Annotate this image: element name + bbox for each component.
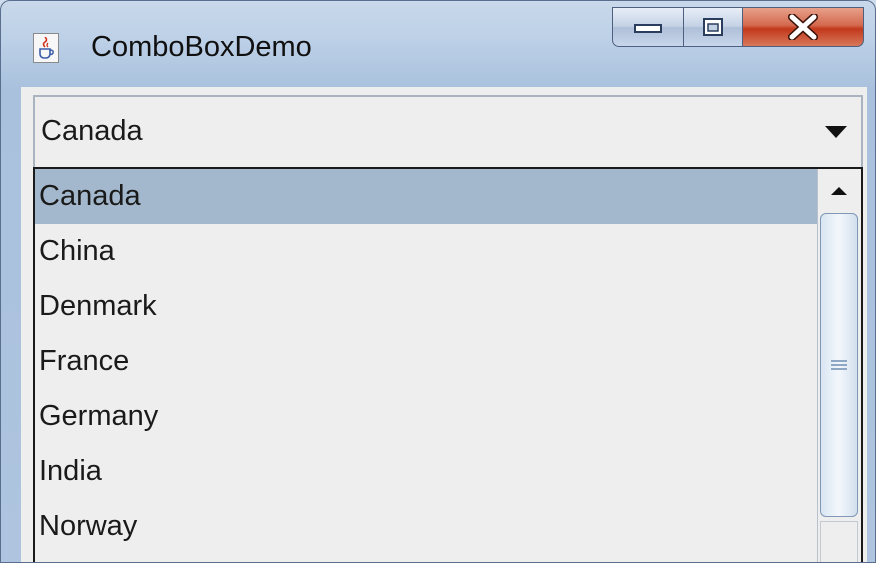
close-button[interactable] [742,7,864,47]
close-icon [788,14,818,40]
combobox-selected-value: Canada [41,115,143,147]
list-item-france[interactable]: France [35,334,817,389]
minimize-button[interactable] [612,7,684,47]
combobox-arrow-button[interactable] [811,97,861,167]
scroll-up-button[interactable] [818,171,860,211]
dropdown-list-popup: Canada China Denmark France Germany Indi… [33,167,863,562]
list-item-norway[interactable]: Norway [35,499,817,554]
vertical-scrollbar[interactable] [817,169,861,562]
grip-icon [831,360,847,370]
java-cup-icon[interactable] [33,33,59,63]
minimize-icon [634,24,662,33]
scroll-up-arrow-icon [831,187,847,195]
country-combobox[interactable]: Canada [33,95,863,169]
list-item-denmark[interactable]: Denmark [35,279,817,334]
title-bar[interactable]: ComboBoxDemo [1,1,875,93]
list-item-canada[interactable]: Canada [35,169,817,224]
maximize-icon [703,18,723,36]
application-window: ComboBoxDemo Canada Canada China Denmark… [0,0,876,563]
window-title: ComboBoxDemo [91,31,312,63]
chevron-down-icon [825,126,847,138]
content-pane: Canada Canada China Denmark France Germa… [21,87,867,562]
country-list: Canada China Denmark France Germany Indi… [35,169,817,554]
list-item-germany[interactable]: Germany [35,389,817,444]
maximize-button[interactable] [683,7,743,47]
list-item-india[interactable]: India [35,444,817,499]
scroll-down-button[interactable] [820,521,858,562]
list-item-china[interactable]: China [35,224,817,279]
scroll-thumb[interactable] [820,213,858,517]
